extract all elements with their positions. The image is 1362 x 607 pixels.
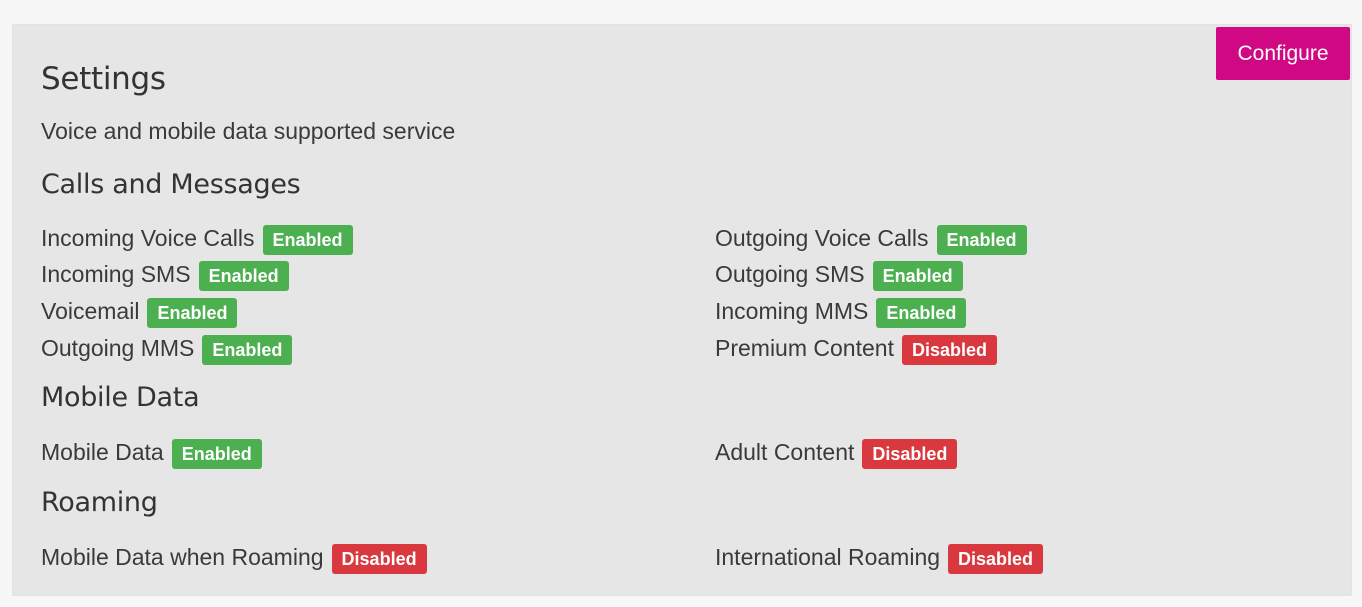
- status-badge: Enabled: [202, 335, 293, 365]
- setting-label: Incoming SMS: [41, 260, 191, 287]
- setting-row-incoming-voice-calls: Incoming Voice Calls Enabled: [41, 222, 353, 255]
- setting-label: Incoming Voice Calls: [41, 224, 255, 251]
- status-badge: Disabled: [901, 335, 997, 365]
- status-badge: Enabled: [262, 225, 353, 255]
- setting-label: Outgoing Voice Calls: [715, 224, 929, 251]
- page-subtitle: Voice and mobile data supported service: [41, 118, 456, 144]
- setting-label: Outgoing SMS: [715, 260, 865, 287]
- setting-label: Voicemail: [41, 297, 140, 324]
- section-heading-calls-and-messages: Calls and Messages: [41, 169, 301, 200]
- status-badge: Enabled: [872, 261, 963, 291]
- setting-label: Outgoing MMS: [41, 334, 195, 361]
- setting-row-incoming-mms: Incoming MMS Enabled: [715, 295, 967, 328]
- setting-row-international-roaming: International Roaming Disabled: [715, 541, 1044, 574]
- setting-row-mobile-data: Mobile Data Enabled: [41, 436, 262, 469]
- setting-row-incoming-sms: Incoming SMS Enabled: [41, 258, 289, 291]
- status-badge: Disabled: [948, 544, 1044, 574]
- status-badge: Enabled: [147, 298, 238, 328]
- setting-label: International Roaming: [715, 543, 941, 570]
- status-badge: Enabled: [936, 225, 1027, 255]
- status-badge: Disabled: [331, 544, 427, 574]
- configure-button[interactable]: Configure: [1216, 27, 1350, 80]
- status-badge: Disabled: [862, 439, 958, 469]
- setting-row-outgoing-sms: Outgoing SMS Enabled: [715, 258, 963, 291]
- setting-label: Mobile Data when Roaming: [41, 543, 324, 570]
- setting-row-outgoing-mms: Outgoing MMS Enabled: [41, 332, 293, 365]
- setting-label: Premium Content: [715, 334, 894, 361]
- section-heading-mobile-data: Mobile Data: [41, 382, 200, 413]
- setting-label: Incoming MMS: [715, 297, 869, 324]
- setting-row-voicemail: Voicemail Enabled: [41, 295, 238, 328]
- setting-label: Mobile Data: [41, 438, 164, 465]
- status-badge: Enabled: [198, 261, 289, 291]
- settings-panel: Configure Settings Voice and mobile data…: [12, 24, 1352, 596]
- page-title: Settings: [41, 61, 166, 97]
- status-badge: Enabled: [171, 439, 262, 469]
- setting-row-premium-content: Premium Content Disabled: [715, 332, 997, 365]
- section-heading-roaming: Roaming: [41, 487, 158, 518]
- setting-row-mobile-data-when-roaming: Mobile Data when Roaming Disabled: [41, 541, 427, 574]
- setting-row-outgoing-voice-calls: Outgoing Voice Calls Enabled: [715, 222, 1027, 255]
- setting-label: Adult Content: [715, 438, 855, 465]
- setting-row-adult-content: Adult Content Disabled: [715, 436, 958, 469]
- status-badge: Enabled: [876, 298, 967, 328]
